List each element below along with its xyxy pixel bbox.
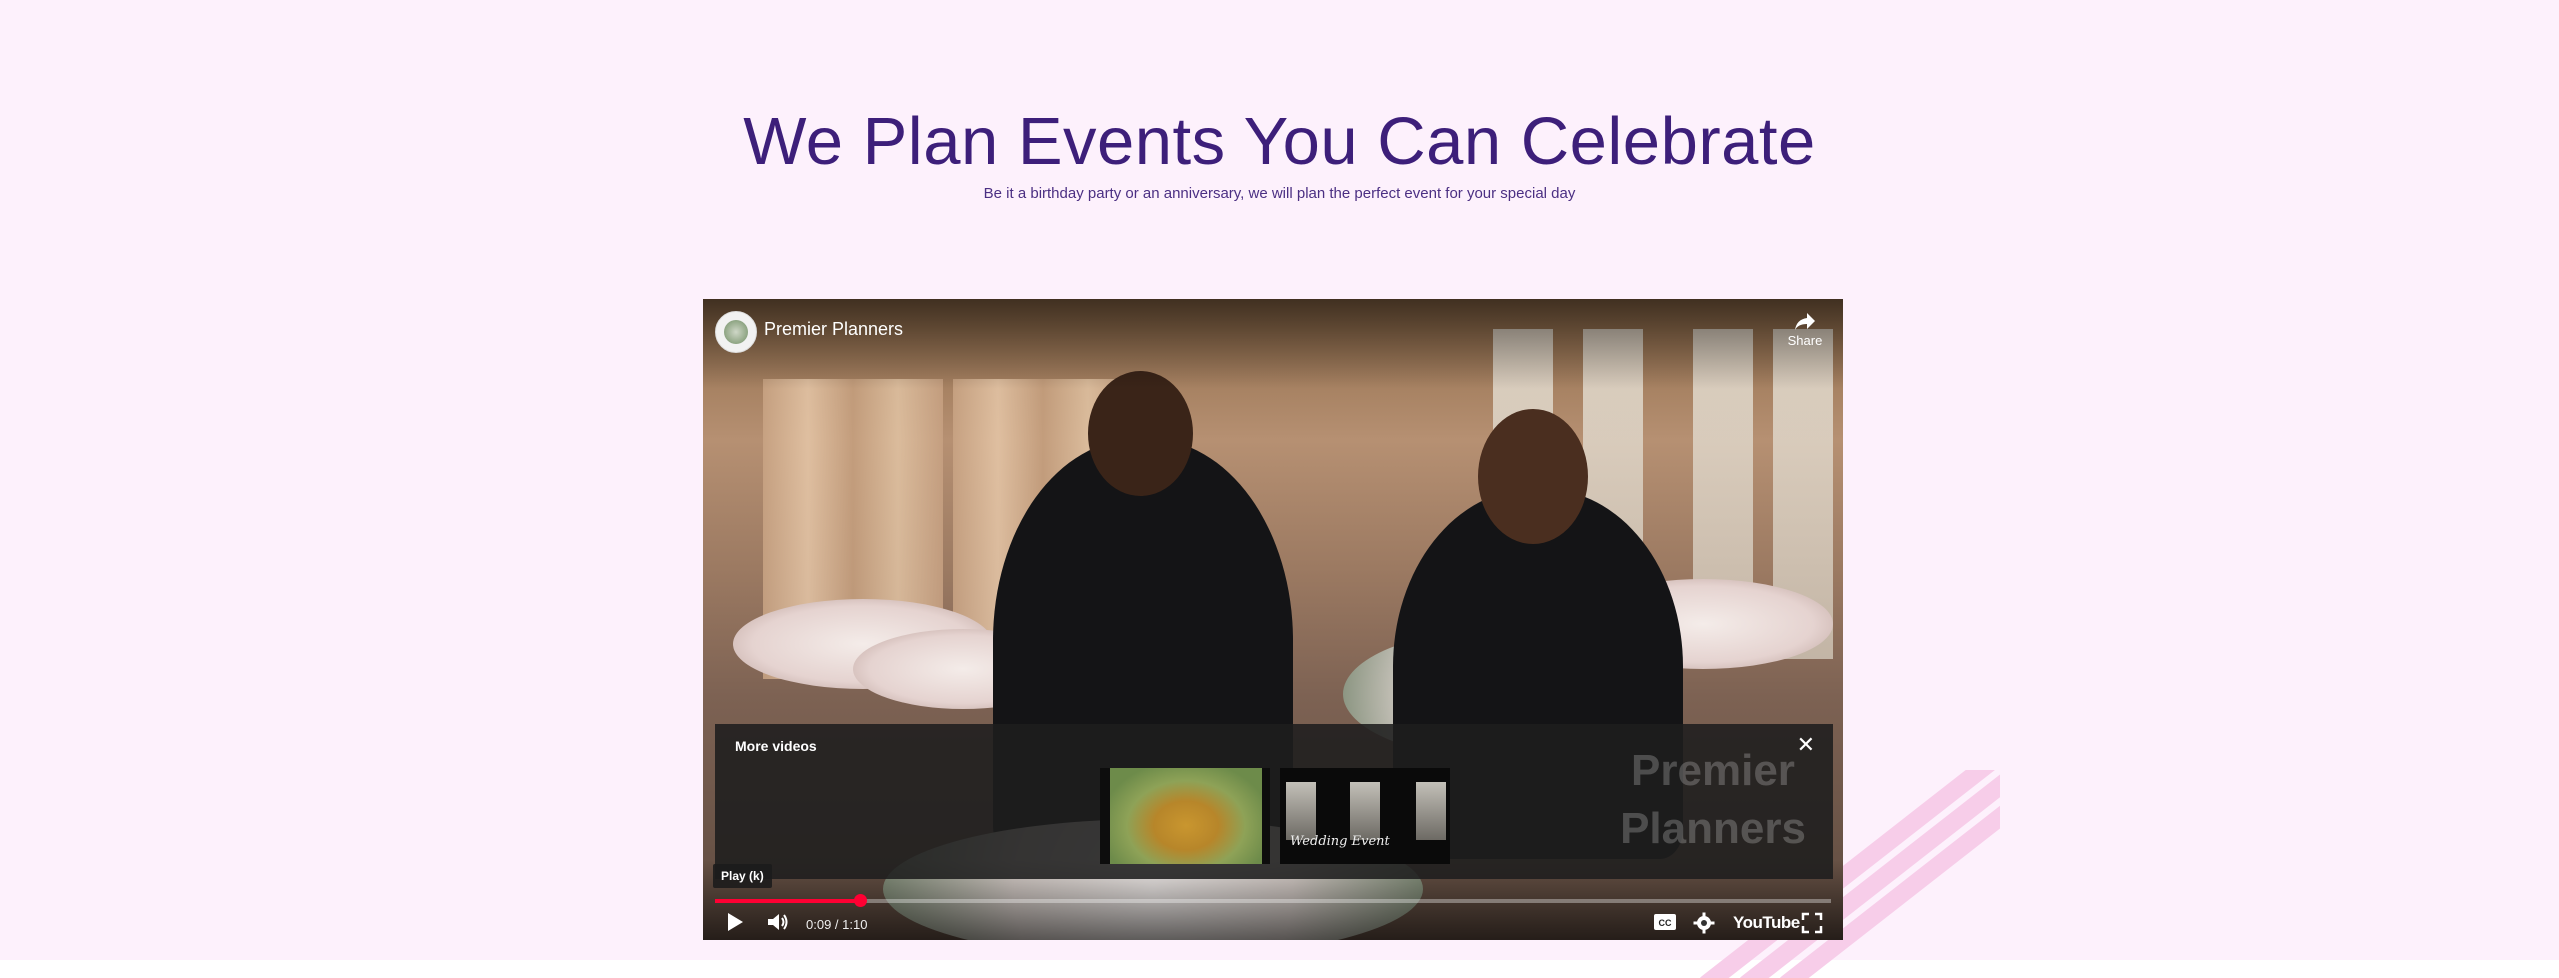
play-icon: [728, 913, 743, 931]
share-label: Share: [1787, 333, 1823, 348]
progress-bar[interactable]: [715, 894, 1831, 907]
time-display: 0:09 / 1:10: [806, 917, 868, 932]
fullscreen-button[interactable]: [1801, 912, 1823, 939]
volume-icon: [768, 914, 788, 930]
video-player[interactable]: Premier Planners Share More videos ✕ Wed…: [703, 299, 1843, 940]
mute-button[interactable]: [766, 911, 790, 938]
progress-played: [715, 899, 861, 903]
captions-button[interactable]: CC: [1653, 913, 1677, 936]
video-thumbnail[interactable]: Wedding Event: [1280, 768, 1450, 864]
svg-text:CC: CC: [1659, 918, 1672, 928]
share-button[interactable]: Share: [1785, 311, 1825, 348]
page-subtitle: Be it a birthday party or an anniversary…: [983, 185, 1576, 202]
page-title: We Plan Events You Can Celebrate: [743, 103, 1816, 179]
settings-button[interactable]: [1693, 912, 1715, 939]
share-icon: [1795, 313, 1815, 330]
gear-icon: [1693, 912, 1715, 934]
youtube-logo[interactable]: YouTube: [1733, 913, 1800, 933]
progress-scrubber[interactable]: [854, 894, 868, 907]
channel-avatar[interactable]: [715, 311, 757, 353]
more-videos-title: More videos: [735, 738, 817, 754]
play-button[interactable]: [725, 911, 745, 938]
player-controls: 0:09 / 1:10 CC YouTube: [703, 907, 1843, 939]
fullscreen-icon: [1801, 912, 1823, 934]
video-thumbnail[interactable]: [1100, 768, 1270, 864]
play-tooltip: Play (k): [713, 864, 772, 888]
more-videos-panel: More videos ✕ Wedding Event Premier Plan…: [715, 724, 1833, 879]
thumbnail-title: Wedding Event: [1290, 834, 1390, 849]
page-bottom-strip: [0, 960, 2559, 978]
channel-name[interactable]: Premier Planners: [764, 319, 903, 340]
captions-icon: CC: [1654, 914, 1676, 930]
channel-watermark: Premier Planners: [1620, 746, 1806, 853]
